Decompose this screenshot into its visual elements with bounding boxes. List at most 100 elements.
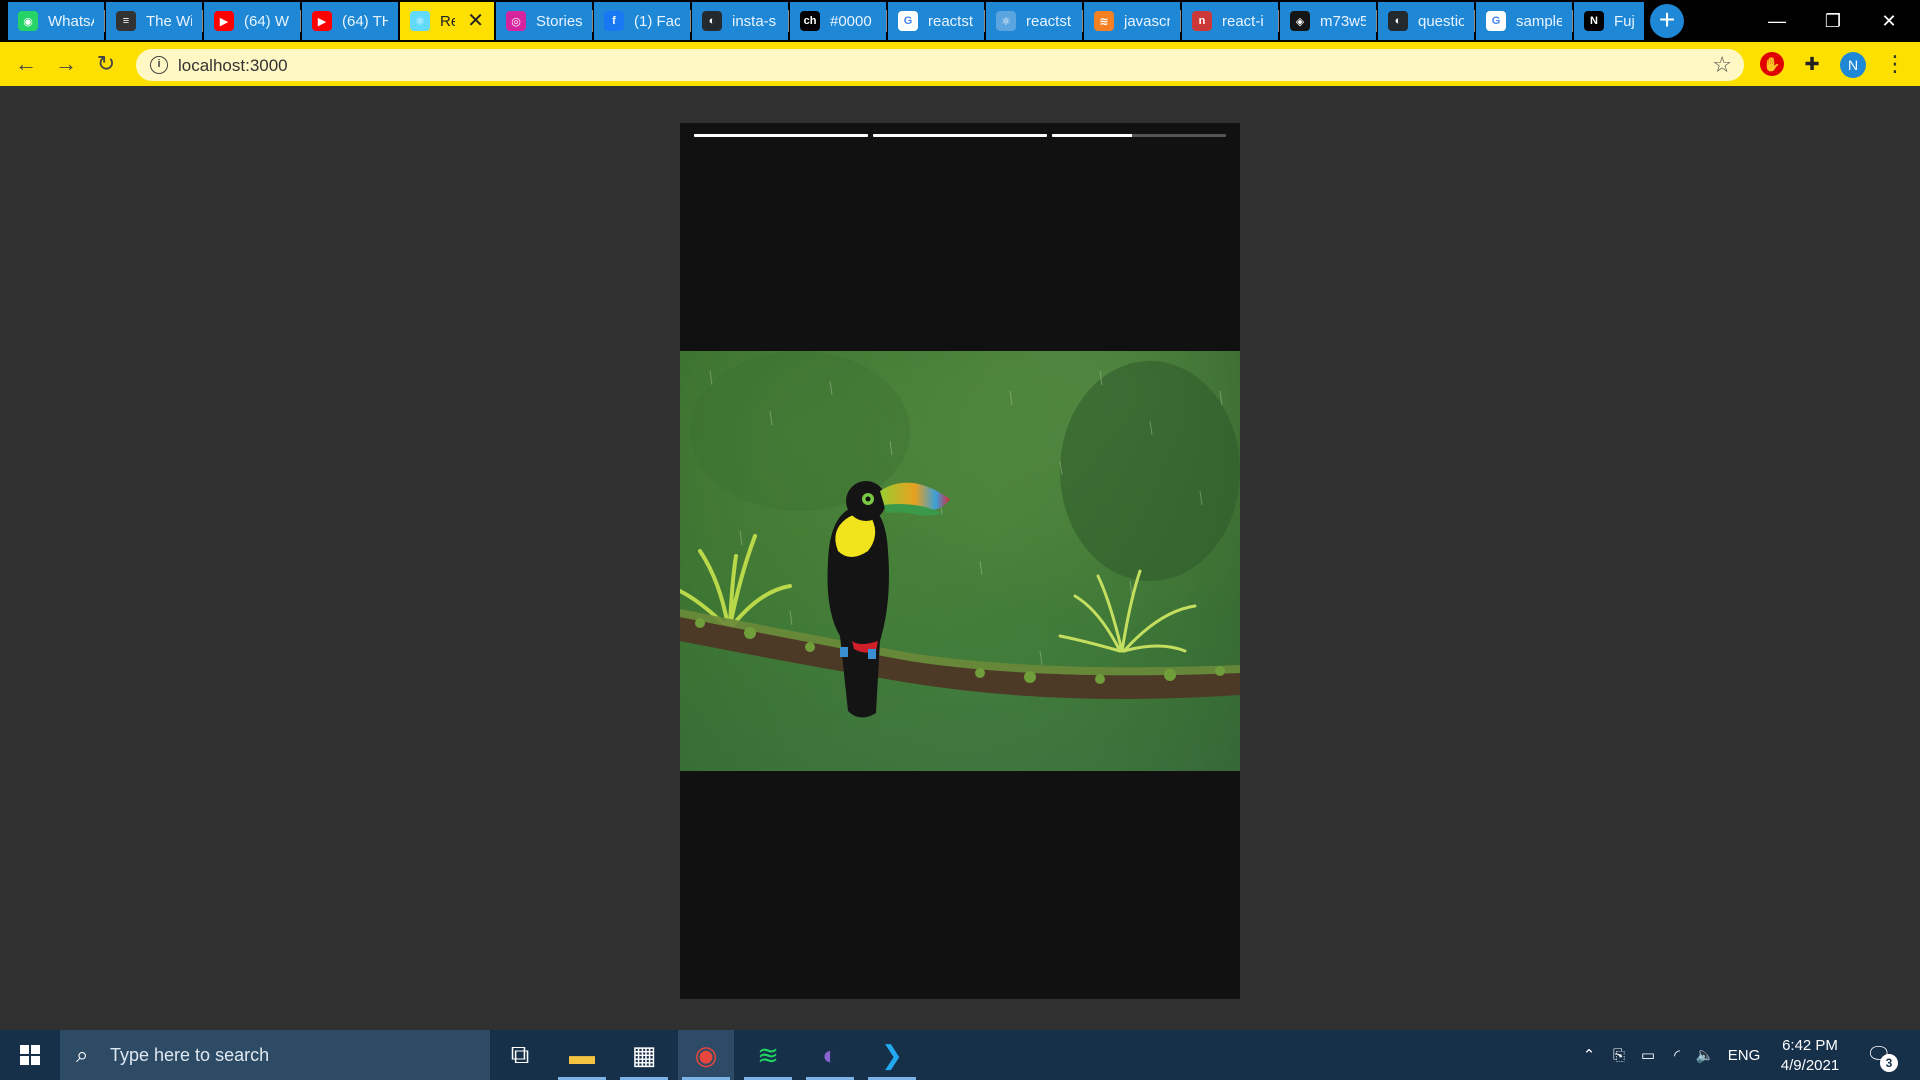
youtube-icon: ▶ xyxy=(312,11,332,31)
taskbar-app-chrome[interactable]: ◉ xyxy=(678,1030,734,1080)
browser-toolbar: ← → ↻ i localhost:3000 ☆ ✋ ✚ N ⋮ xyxy=(0,42,1920,86)
taskbar-clock[interactable]: 6:42 PM 4/9/2021 xyxy=(1770,1036,1850,1076)
browser-tab[interactable]: ◎ Stories xyxy=(496,2,592,40)
taskbar-app-vscode[interactable]: ❯ xyxy=(864,1030,920,1080)
show-hidden-icons-button[interactable]: ⌃ xyxy=(1576,1030,1602,1080)
browser-menu-icon[interactable]: ⋮ xyxy=(1884,50,1906,78)
tab-separator xyxy=(1180,10,1181,32)
browser-tab[interactable]: ◐ questio xyxy=(1378,2,1474,40)
vscode-icon: ❯ xyxy=(881,1039,903,1070)
github-icon: ◐ xyxy=(1388,11,1408,31)
google-icon: G xyxy=(1486,11,1506,31)
story-progress-track xyxy=(873,134,1047,137)
minimize-button[interactable]: — xyxy=(1750,4,1804,38)
browser-tab[interactable]: ◉ WhatsApp xyxy=(8,2,104,40)
meet-now-icon[interactable]: ⎘ xyxy=(1606,1030,1632,1080)
browser-tab[interactable]: ▶ (64) TH xyxy=(302,2,398,40)
adblock-extension-icon[interactable]: ✋ xyxy=(1760,52,1784,76)
address-url[interactable]: localhost:3000 xyxy=(178,56,288,76)
stackoverflow-icon: ≋ xyxy=(1094,11,1114,31)
browser-tab[interactable]: ⚛ Rea ✕ xyxy=(400,2,494,40)
bookmark-star-icon[interactable]: ☆ xyxy=(1712,52,1732,78)
tab-separator xyxy=(690,10,691,32)
tab-separator xyxy=(1474,10,1475,32)
browser-tab[interactable]: Greactst xyxy=(888,2,984,40)
site-icon: ≡ xyxy=(116,11,136,31)
taskbar-app-microsoft-store[interactable]: ▦ xyxy=(616,1030,672,1080)
codesandbox-icon: ◈ xyxy=(1290,11,1310,31)
new-tab-button[interactable]: + xyxy=(1650,4,1684,38)
address-bar[interactable]: i localhost:3000 ☆ xyxy=(136,49,1744,81)
task-view-icon: ⧉ xyxy=(510,1039,530,1069)
taskbar-app-spotify[interactable]: ≋ xyxy=(740,1030,796,1080)
browser-tab-label: Stories xyxy=(536,12,582,30)
browser-tab[interactable]: ◐ insta-s xyxy=(692,2,788,40)
browser-tab-label: Fuji X- xyxy=(1614,12,1634,30)
start-button[interactable] xyxy=(0,1030,60,1080)
tab-separator xyxy=(1572,10,1573,32)
browser-tab-label: WhatsApp xyxy=(48,12,94,30)
forward-button[interactable]: → xyxy=(52,50,80,78)
wifi-icon[interactable]: ◜ xyxy=(1664,1030,1690,1080)
github-desktop-icon: ◐ xyxy=(822,1039,838,1070)
spotify-icon: ≋ xyxy=(757,1039,779,1070)
browser-tab[interactable]: f (1) Face xyxy=(594,2,690,40)
profile-avatar[interactable]: N xyxy=(1840,52,1866,78)
battery-icon[interactable]: ▭ xyxy=(1634,1030,1662,1080)
extensions-puzzle-icon[interactable]: ✚ xyxy=(1800,52,1824,76)
browser-tab[interactable]: N Fuji X- xyxy=(1574,2,1644,40)
browser-tab[interactable]: ≡ The Wi xyxy=(106,2,202,40)
tab-separator xyxy=(1278,10,1279,32)
taskbar-app-file-explorer[interactable]: ▬ xyxy=(554,1030,610,1080)
react-icon: ⚛ xyxy=(410,11,430,31)
tab-separator xyxy=(886,10,887,32)
browser-tab-label: The Wi xyxy=(146,12,192,30)
reload-button[interactable]: ↻ xyxy=(92,50,120,78)
google-icon: G xyxy=(898,11,918,31)
browser-tab[interactable]: ▶ (64) W xyxy=(204,2,300,40)
browser-tab[interactable]: ⚛ reactst xyxy=(986,2,1082,40)
close-tab-icon[interactable]: ✕ xyxy=(467,11,484,31)
browser-tab-label: javascr xyxy=(1124,12,1170,30)
close-window-button[interactable]: ✕ xyxy=(1862,4,1916,38)
restore-button[interactable]: ❐ xyxy=(1806,4,1860,38)
browser-tab-strip: + — ❐ ✕ ◉ WhatsApp ≡ The Wi ▶ (64) W ▶ (64) TH ⚛… xyxy=(0,0,1920,42)
story-progress-bars xyxy=(694,134,1226,137)
browser-tab-label: questio xyxy=(1418,12,1464,30)
browser-tab[interactable]: ≋ javascr xyxy=(1084,2,1180,40)
action-center-button[interactable]: 🗨 3 xyxy=(1866,1042,1898,1072)
taskbar-app-github-desktop[interactable]: ◐ xyxy=(802,1030,858,1080)
facebook-icon: f xyxy=(604,11,624,31)
browser-tab[interactable]: ◈ m73w5 xyxy=(1280,2,1376,40)
windows-logo-icon xyxy=(20,1045,40,1065)
tab-separator xyxy=(1376,10,1377,32)
tab-separator xyxy=(592,10,593,32)
story-viewer[interactable] xyxy=(680,123,1240,999)
browser-tab[interactable]: Gsample xyxy=(1476,2,1572,40)
chrome-icon: ◉ xyxy=(694,1039,718,1070)
back-button[interactable]: ← xyxy=(12,50,40,78)
browser-tab[interactable]: ch #0000 xyxy=(790,2,886,40)
story-progress-track xyxy=(694,134,868,137)
npm-icon: n xyxy=(1192,11,1212,31)
github-icon: ◐ xyxy=(702,11,722,31)
colorhexa-icon: ch xyxy=(800,11,820,31)
volume-icon[interactable]: 🔈 xyxy=(1692,1030,1718,1080)
browser-tab-label: reactst xyxy=(1026,12,1072,30)
browser-tab-label: sample xyxy=(1516,12,1562,30)
tab-separator xyxy=(300,10,301,32)
story-progress-fill xyxy=(873,134,1047,137)
tab-separator xyxy=(788,10,789,32)
youtube-icon: ▶ xyxy=(214,11,234,31)
browser-tab-label: reactst xyxy=(928,12,974,30)
clock-time: 6:42 PM xyxy=(1782,1037,1838,1054)
browser-tab[interactable]: n react-i xyxy=(1182,2,1278,40)
story-progress-track xyxy=(1052,134,1226,137)
story-image[interactable] xyxy=(680,351,1240,771)
language-indicator[interactable]: ENG xyxy=(1724,1030,1764,1080)
taskbar-search-box[interactable]: ⌕ Type here to search xyxy=(60,1030,490,1080)
site-info-icon[interactable]: i xyxy=(150,56,168,74)
taskbar-app-task-view[interactable]: ⧉ xyxy=(492,1030,548,1080)
windows-taskbar: ⌕ Type here to search ⧉ ▬ ▦ ◉ ≋ ◐ ❯ ⌃ ⎘ ▭ ◜ 🔈 … xyxy=(0,1030,1920,1080)
tab-separator xyxy=(1082,10,1083,32)
